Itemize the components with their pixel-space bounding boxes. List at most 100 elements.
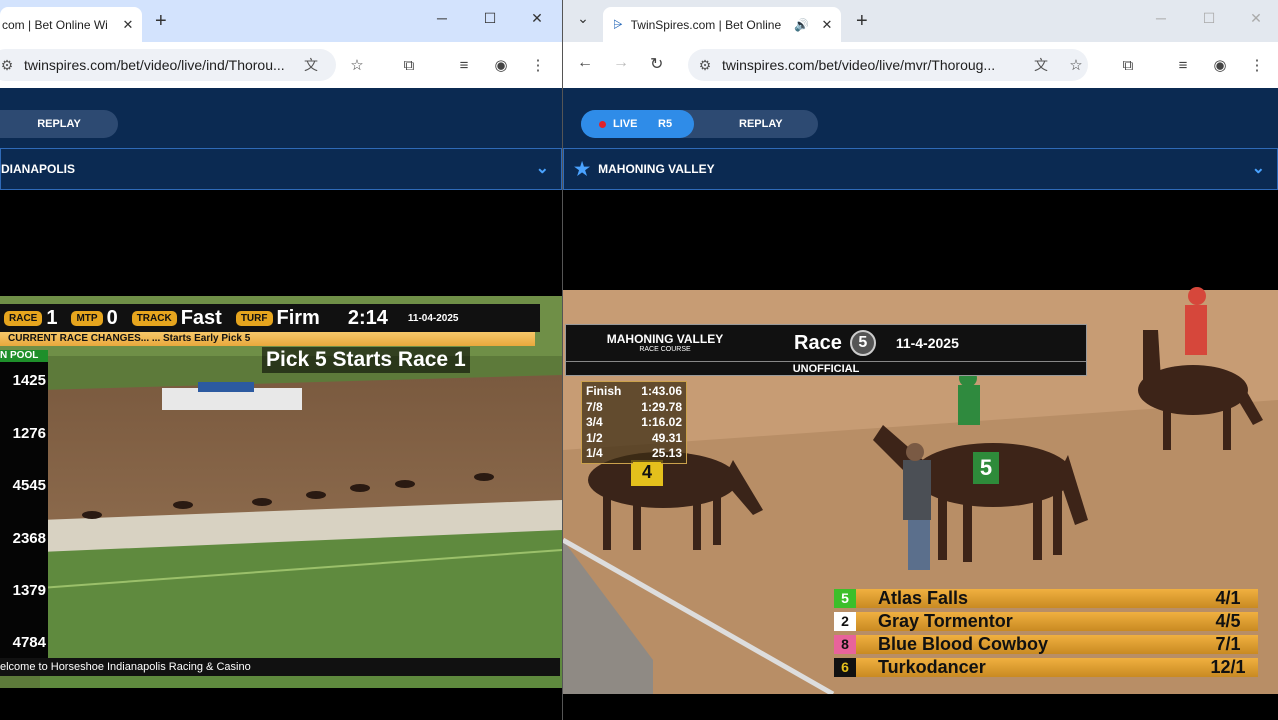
horse-odds: 7/1 xyxy=(1215,634,1241,654)
track-condition-label: TRACK xyxy=(131,310,177,326)
welcome-crawl: elcome to Horseshoe Indianapolis Racing … xyxy=(0,658,560,676)
browser-tab[interactable]: com | Bet Online Wi ✕ xyxy=(0,7,142,42)
tab-search-icon[interactable]: ⌄ xyxy=(573,10,593,27)
forward-icon[interactable]: → xyxy=(613,54,629,72)
translate-icon[interactable]: 文 xyxy=(1034,55,1048,75)
fraction-label: Finish xyxy=(586,384,622,398)
replay-label: REPLAY xyxy=(739,118,783,130)
site-favicon-icon: ⩥ xyxy=(613,17,623,31)
chevron-down-icon[interactable]: ⌄ xyxy=(536,158,549,178)
fraction-row: 1/4 25.13 xyxy=(586,446,682,462)
race-date: 11-04-2025 xyxy=(407,312,459,324)
post-time: 2:14 xyxy=(347,306,388,329)
fraction-time: 25.13 xyxy=(651,446,682,460)
board-track: MAHONING VALLEY xyxy=(606,331,724,346)
probable-value: 4545 xyxy=(12,477,46,494)
horse-name: Gray Tormentor xyxy=(878,611,1013,631)
race-board: MAHONING VALLEY RACE COURSE Race 5 11-4-… xyxy=(565,324,1087,376)
probables-column: 1425 1276 4545 2368 1379 4784 xyxy=(0,362,48,662)
chevron-down-icon[interactable]: ⌄ xyxy=(1252,158,1265,178)
probable-value: 4784 xyxy=(12,634,46,651)
odds-row: 2 Gray Tormentor 4/5 xyxy=(834,611,1258,631)
race-number: 1 xyxy=(46,306,58,329)
reload-icon[interactable]: ↻ xyxy=(650,54,663,74)
probable-value: 2368 xyxy=(12,530,46,547)
site-header: REPLAY xyxy=(0,88,562,148)
maximize-icon[interactable]: ☐ xyxy=(1199,10,1219,27)
media-control-icon[interactable]: ≡ xyxy=(453,54,475,76)
odds-row: 8 Blue Blood Cowboy 7/1 xyxy=(834,634,1258,654)
race-changes-ticker: CURRENT RACE CHANGES... ... Starts Early… xyxy=(0,332,535,346)
tab-title: com | Bet Online Wi xyxy=(2,17,108,32)
new-tab-icon[interactable]: + xyxy=(155,11,167,31)
bookmark-star-icon[interactable]: ☆ xyxy=(1065,54,1087,76)
address-toolbar: ⚙ twinspires.com/bet/video/live/ind/Thor… xyxy=(0,42,562,88)
replay-button[interactable]: REPLAY xyxy=(0,110,118,138)
fraction-row: 3/4 1:16.02 xyxy=(586,415,682,431)
mtp-value: 0 xyxy=(106,306,118,329)
fraction-time: 49.31 xyxy=(651,430,682,445)
menu-kebab-icon[interactable]: ⋮ xyxy=(1246,54,1268,76)
close-window-icon[interactable]: ✕ xyxy=(1246,10,1266,27)
profile-icon[interactable]: ◉ xyxy=(1209,54,1231,76)
probable-value: 1276 xyxy=(12,425,46,442)
turf-value: Firm xyxy=(276,306,320,329)
horse-name: Blue Blood Cowboy xyxy=(878,634,1048,654)
right-browser-window: ⌄ ⩥ TwinSpires.com | Bet Online 🔊 ✕ + ─ … xyxy=(563,0,1278,720)
bookmark-star-icon[interactable]: ☆ xyxy=(346,54,368,76)
address-bar[interactable]: ⚙ twinspires.com/bet/video/live/ind/Thor… xyxy=(0,49,336,81)
race-video-frame xyxy=(0,296,562,720)
board-race-label: Race xyxy=(794,331,842,354)
board-race-number: 5 xyxy=(849,330,876,356)
minimize-icon[interactable]: ─ xyxy=(432,10,452,26)
maximize-icon[interactable]: ☐ xyxy=(480,10,500,27)
track-name: DIANAPOLIS xyxy=(1,162,76,176)
extensions-icon[interactable]: ⧉ xyxy=(398,54,420,76)
fraction-label: 7/8 xyxy=(586,399,603,414)
audio-playing-icon[interactable]: 🔊 xyxy=(794,18,809,32)
program-number: 6 xyxy=(834,658,856,677)
menu-kebab-icon[interactable]: ⋮ xyxy=(527,54,549,76)
program-number: 2 xyxy=(834,612,856,631)
fraction-label: 1/2 xyxy=(586,430,603,445)
close-tab-icon[interactable]: ✕ xyxy=(120,17,136,33)
fraction-time: 1:29.78 xyxy=(641,399,682,414)
program-number: 5 xyxy=(834,589,856,608)
site-info-icon[interactable]: ⚙ xyxy=(0,57,24,74)
address-bar[interactable]: ⚙ twinspires.com/bet/video/live/mvr/Thor… xyxy=(688,49,1088,81)
horse-name: Turkodancer xyxy=(878,657,986,677)
results-status: UNOFFICIAL xyxy=(566,361,1086,375)
fraction-time: 1:16.02 xyxy=(641,415,682,429)
horse-name: Atlas Falls xyxy=(878,588,969,608)
video-player[interactable] xyxy=(0,190,562,720)
translate-icon[interactable]: 文 xyxy=(304,55,318,75)
track-name: MAHONING VALLEY xyxy=(598,162,715,176)
fractional-times: Finish 1:43.06 7/8 1:29.78 3/4 1:16.02 1/2 4… xyxy=(581,381,687,464)
live-dot-icon xyxy=(599,121,606,128)
track-selector[interactable]: DIANAPOLIS ⌄ xyxy=(0,148,562,190)
favorite-star-icon[interactable]: ★ xyxy=(574,159,590,180)
program-number: 8 xyxy=(834,635,856,654)
profile-icon[interactable]: ◉ xyxy=(490,54,512,76)
url-text: twinspires.com/bet/video/live/mvr/Thorou… xyxy=(722,57,996,73)
horse-odds: 4/5 xyxy=(1215,611,1241,631)
mtp-label: MTP xyxy=(71,310,103,326)
url-text: twinspires.com/bet/video/live/ind/Thorou… xyxy=(24,57,285,73)
extensions-icon[interactable]: ⧉ xyxy=(1117,54,1139,76)
new-tab-icon[interactable]: + xyxy=(856,11,868,31)
race-code: R5 xyxy=(658,118,673,130)
site-header: REPLAY LIVE R5 xyxy=(563,88,1278,148)
left-browser-window: com | Bet Online Wi ✕ + ─ ☐ ✕ ⚙ twinspir… xyxy=(0,0,562,720)
track-selector[interactable]: ★ MAHONING VALLEY ⌄ xyxy=(563,148,1278,190)
media-control-icon[interactable]: ≡ xyxy=(1172,54,1194,76)
race-label: RACE xyxy=(4,310,43,326)
site-info-icon[interactable]: ⚙ xyxy=(688,57,722,74)
back-icon[interactable]: ← xyxy=(577,54,593,72)
live-button[interactable]: LIVE R5 xyxy=(581,110,694,138)
minimize-icon[interactable]: ─ xyxy=(1151,10,1171,26)
tab-strip: ⌄ ⩥ TwinSpires.com | Bet Online 🔊 ✕ + ─ … xyxy=(563,0,1278,42)
browser-tab[interactable]: ⩥ TwinSpires.com | Bet Online 🔊 ✕ xyxy=(603,7,841,42)
close-tab-icon[interactable]: ✕ xyxy=(819,17,835,33)
fraction-label: 3/4 xyxy=(586,415,603,429)
close-window-icon[interactable]: ✕ xyxy=(527,10,547,27)
